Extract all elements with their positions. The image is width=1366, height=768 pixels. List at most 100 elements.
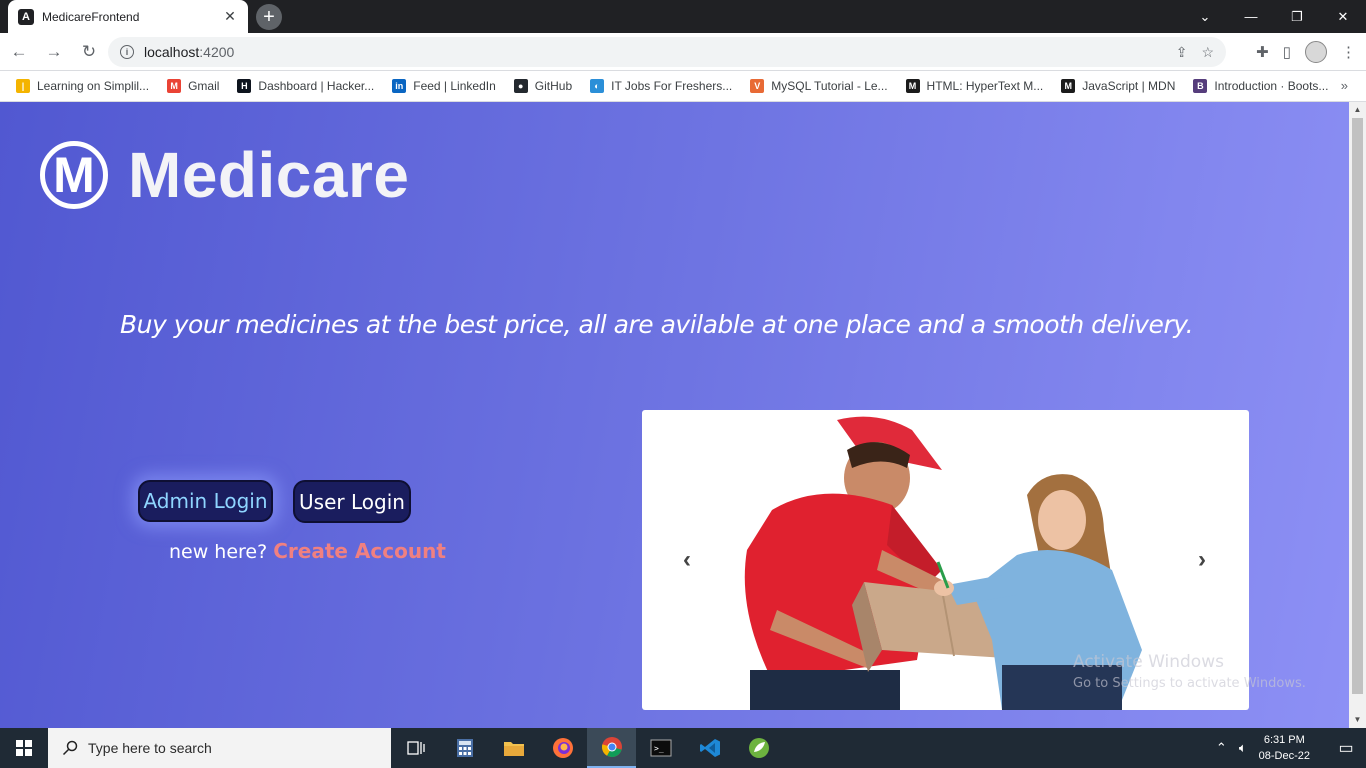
bookmark-item[interactable]: in Feed | LinkedIn [392,79,496,93]
url-host: localhost [144,44,200,60]
signup-prompt: new here? Create Account [169,539,446,563]
angular-icon: A [18,8,34,25]
search-icon [62,740,78,756]
show-hidden-icons-icon[interactable]: ⌃ [1216,740,1227,756]
bookmark-favicon-icon: ● [513,79,528,93]
bookmark-label: MySQL Tutorial - Le... [771,79,888,93]
browser-tab-strip: A MedicareFrontend ✕ + ⌄ — ❐ ✕ [0,0,1366,33]
bookmark-label: Gmail [188,79,220,93]
tagline: Buy your medicines at the best price, al… [120,310,1194,339]
bookmark-label: Introduction · Boots... [1214,79,1329,93]
bookmark-label: JavaScript | MDN [1082,79,1176,93]
bookmark-favicon-icon: | [16,79,30,93]
clock-date: 08-Dec-22 [1258,750,1310,762]
bookmark-item[interactable]: B Introduction · Boots... [1193,79,1328,93]
bookmark-item[interactable]: M Gmail [167,79,219,93]
extensions-icon[interactable]: ✚ [1256,43,1269,61]
notification-icon[interactable]: ▭ [1326,738,1366,758]
bookmark-item[interactable]: M JavaScript | MDN [1061,79,1175,93]
search-placeholder: Type here to search [88,740,212,756]
create-account-link[interactable]: Create Account [273,539,446,563]
tab-search-icon[interactable]: ⌄ [1182,9,1228,25]
window-controls: ⌄ — ❐ ✕ [1182,0,1366,33]
signup-prompt-text: new here? [169,541,268,563]
bookmark-favicon-icon: M [167,79,182,93]
bookmark-item[interactable]: ● GitHub [513,79,573,93]
share-icon[interactable]: ⇪ [1176,44,1188,61]
bookmark-favicon-icon: ◐ [590,79,605,93]
bookmark-label: Dashboard | Hacker... [258,79,375,93]
bookmark-star-icon[interactable]: ☆ [1201,44,1214,61]
close-window-button[interactable]: ✕ [1320,9,1366,25]
url-text[interactable]: localhost:4200 [144,44,1176,60]
watermark-subtitle: Go to Settings to activate Windows. [1073,676,1306,691]
restore-button[interactable]: ❐ [1274,9,1320,25]
watermark-title: Activate Windows [1073,652,1224,672]
system-tray: ⌃ 🔈︎ 6:31 PM 08-Dec-22 ▭ [1216,728,1366,768]
side-panel-icon[interactable]: ▯ [1283,43,1291,61]
new-tab-button[interactable]: + [256,4,282,30]
bookmark-favicon-icon: in [392,79,407,93]
profile-avatar[interactable] [1305,41,1327,63]
calculator-icon[interactable] [440,728,489,768]
admin-login-button[interactable]: Admin Login [138,480,273,522]
logo-mark-icon: M [40,141,108,209]
activate-windows-watermark: Activate Windows Go to Settings to activ… [1073,652,1306,691]
browser-toolbar: ← → ↻ i localhost:4200 ⇪ ☆ ✚ ▯ ⋮ [0,33,1366,71]
page-viewport: M Medicare Buy your medicines at the bes… [0,102,1349,728]
svg-text:>_: >_ [654,744,664,753]
spring-tool-icon[interactable] [734,728,783,768]
minimize-button[interactable]: — [1228,9,1274,24]
bookmark-item[interactable]: ◐ IT Jobs For Freshers... [590,79,732,93]
bookmarks-overflow-icon[interactable]: » [1341,78,1348,93]
scroll-up-icon[interactable]: ▲ [1349,102,1366,118]
user-login-button[interactable]: User Login [293,480,411,523]
bookmark-favicon-icon: V [750,79,765,93]
start-button[interactable] [0,728,48,768]
site-info-icon[interactable]: i [120,45,134,59]
address-bar[interactable]: i localhost:4200 ⇪ ☆ [108,37,1226,67]
firefox-icon[interactable] [538,728,587,768]
bookmark-item[interactable]: M HTML: HyperText M... [905,79,1044,93]
terminal-icon[interactable]: >_ [636,728,685,768]
bookmarks-bar: | Learning on Simplil... M Gmail H Dashboard … [0,71,1366,102]
file-explorer-icon[interactable] [489,728,538,768]
url-port: :4200 [199,44,235,60]
taskbar-search[interactable]: Type here to search [48,728,391,768]
bookmark-item[interactable]: | Learning on Simplil... [16,79,149,93]
bookmark-item[interactable]: H Dashboard | Hacker... [237,79,374,93]
bookmark-favicon-icon: M [905,79,920,93]
bookmark-favicon-icon: B [1193,79,1208,93]
back-button[interactable]: ← [3,36,35,68]
taskbar-clock[interactable]: 6:31 PM 08-Dec-22 [1259,732,1310,764]
bookmark-favicon-icon: H [237,79,252,93]
bookmark-label: Learning on Simplil... [37,79,150,93]
windows-logo-icon [16,740,32,756]
bookmark-label: GitHub [534,79,573,93]
close-tab-icon[interactable]: ✕ [222,8,238,25]
bookmark-item[interactable]: V MySQL Tutorial - Le... [750,79,888,93]
chrome-icon[interactable] [587,728,636,768]
reload-button[interactable]: ↻ [73,36,105,68]
bookmark-label: Feed | LinkedIn [413,79,496,93]
vscode-icon[interactable] [685,728,734,768]
bookmark-favicon-icon: M [1061,79,1076,93]
brand-name: Medicare [128,139,410,211]
clock-time: 6:31 PM [1263,734,1305,746]
carousel-prev-button[interactable]: ‹ [675,546,699,574]
windows-taskbar: Type here to search >_ ⌃ 🔈︎ 6:31 PM 08-D… [0,728,1366,768]
scroll-down-icon[interactable]: ▼ [1349,712,1366,728]
menu-icon[interactable]: ⋮ [1341,43,1356,61]
page-scrollbar[interactable]: ▲ ▼ [1349,102,1366,728]
browser-tab[interactable]: A MedicareFrontend ✕ [8,0,248,33]
bookmark-label: HTML: HyperText M... [926,79,1044,93]
delivery-man-figure [744,416,942,710]
volume-icon[interactable]: 🔈︎ [1239,740,1247,756]
carousel-next-button[interactable]: › [1190,546,1214,574]
scrollbar-thumb[interactable] [1352,118,1363,694]
bookmark-label: IT Jobs For Freshers... [611,79,733,93]
task-view-icon[interactable] [391,728,440,768]
forward-button[interactable]: → [38,36,70,68]
brand-logo: M Medicare [40,138,409,212]
tab-title: MedicareFrontend [42,9,140,24]
